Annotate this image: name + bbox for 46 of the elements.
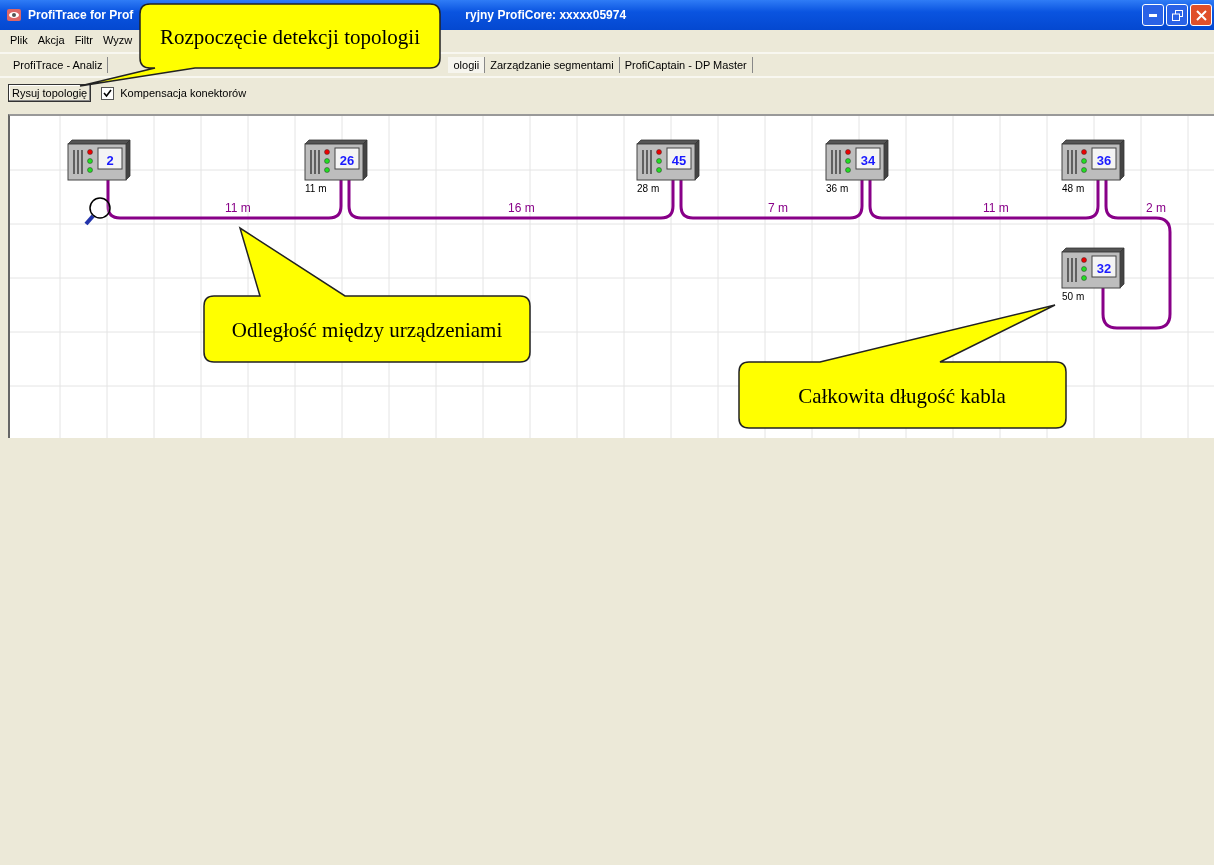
app-icon: [6, 7, 22, 23]
restore-button[interactable]: [1166, 4, 1188, 26]
menu-item[interactable]: Wyzw: [102, 34, 133, 46]
device-address: 26: [339, 153, 355, 168]
device-icon[interactable]: [636, 139, 700, 181]
distance-label: 28 m: [637, 183, 660, 194]
minimize-button[interactable]: [1142, 4, 1164, 26]
device-icon[interactable]: [1061, 139, 1125, 181]
minimize-icon: [1149, 13, 1157, 17]
window-title: ProfiTrace for Prof: [28, 8, 134, 22]
distance-label: 50 m: [1062, 291, 1085, 302]
device-icon[interactable]: [304, 139, 368, 181]
tab[interactable]: Zarządzanie segmentami: [485, 57, 620, 73]
device-address: 36: [1096, 153, 1112, 168]
callout-text: Rozpoczęcie detekcji topologii: [159, 25, 421, 49]
device-icon[interactable]: [825, 139, 889, 181]
segment-length: 11 m: [225, 201, 251, 215]
distance-label: 48 m: [1062, 183, 1085, 194]
tab[interactable]: ProfiTrace - Analiz: [8, 57, 109, 73]
callout-text: Całkowita długość kabla: [798, 384, 1006, 408]
distance-label: 11 m: [305, 183, 327, 194]
segment-length: 2 m: [1146, 201, 1166, 215]
segment-length: 16 m: [508, 201, 535, 215]
draw-topology-button[interactable]: Rysuj topologię: [8, 84, 92, 102]
device-icon[interactable]: [67, 139, 131, 181]
checkbox-label: Kompensacja konektorów: [120, 87, 247, 99]
segment-length: 11 m: [983, 201, 1009, 215]
restore-icon: [1171, 9, 1183, 21]
device-icon[interactable]: [1061, 247, 1125, 289]
callout-text: Odległość między urządzeniami: [231, 318, 503, 342]
close-icon: [1195, 9, 1207, 21]
segment-length: 7 m: [768, 201, 788, 215]
device-address: 32: [1096, 261, 1112, 276]
menu-item[interactable]: Plik: [10, 34, 28, 46]
menu-item[interactable]: Filtr: [74, 34, 93, 46]
device-address: 2: [106, 153, 114, 168]
checkbox[interactable]: [101, 86, 115, 100]
close-button[interactable]: [1190, 4, 1212, 26]
device-address: 34: [860, 153, 876, 168]
tab[interactable]: ProfiCaptain - DP Master: [619, 57, 753, 73]
tab[interactable]: ologii: [448, 57, 486, 73]
menu-item[interactable]: Akcja: [37, 34, 65, 46]
distance-label: 36 m: [826, 183, 849, 194]
window-title: ryjny ProfiCore: xxxxx05974: [465, 8, 627, 22]
device-address: 45: [671, 153, 687, 168]
magnifier-icon: [84, 197, 111, 226]
